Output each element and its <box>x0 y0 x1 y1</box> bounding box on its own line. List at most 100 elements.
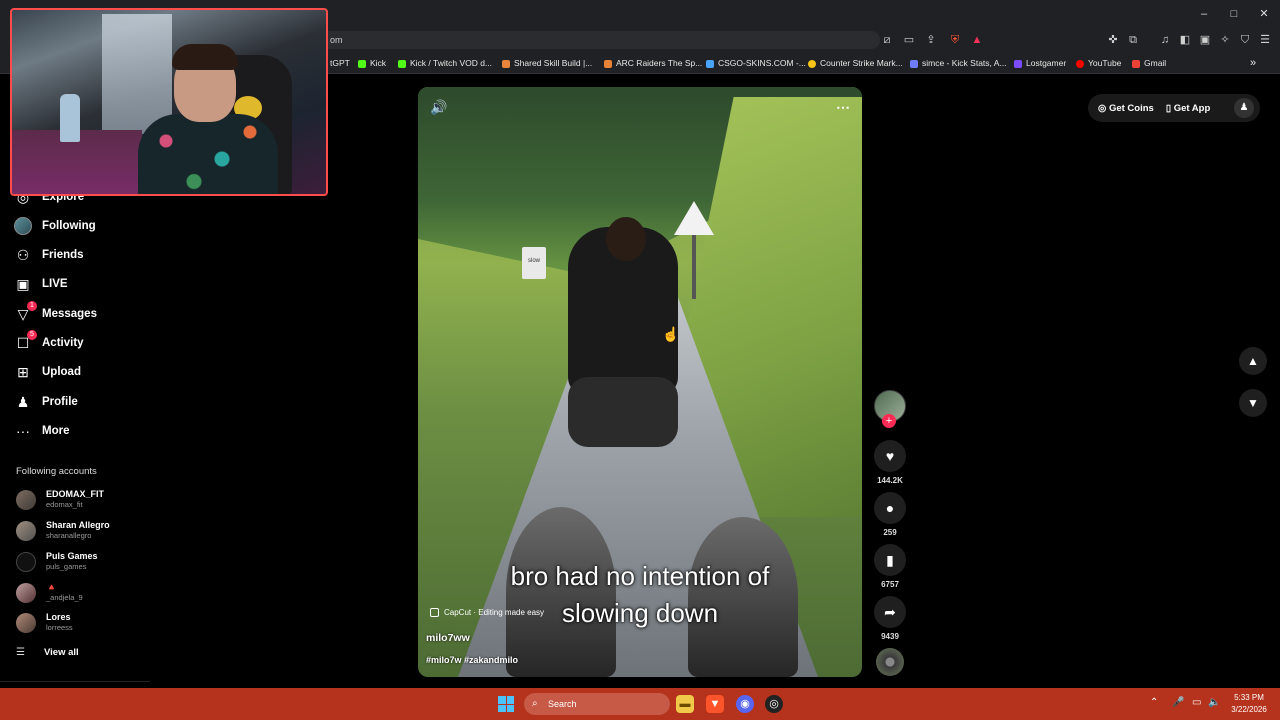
youtube-icon <box>1076 59 1084 68</box>
taskbar-clock[interactable]: 5:33 PM 3/22/2026 <box>1226 692 1272 716</box>
comment-button[interactable]: ● <box>874 492 906 524</box>
minimize-button[interactable]: – <box>1194 6 1214 22</box>
volume-icon[interactable]: 🔊 <box>430 99 447 116</box>
music-disc-icon[interactable] <box>876 648 904 676</box>
bookmark-kick[interactable]: Kick <box>358 56 386 70</box>
save-button[interactable]: ▮ <box>874 544 906 576</box>
capcut-label: CapCut · Editing made easy <box>444 608 545 617</box>
close-window-button[interactable]: ✕ <box>1254 6 1274 22</box>
wallet-icon[interactable]: ▣ <box>1198 33 1212 47</box>
cast-icon[interactable]: ▭ <box>902 33 916 47</box>
media-icon[interactable]: ♫ <box>1158 33 1172 47</box>
video-actions: + ♥ 144.2K ● 259 ▮ 6757 ➦ 9439 <box>872 390 908 690</box>
discord-icon[interactable]: ◉ <box>736 695 754 713</box>
get-coins-button[interactable]: ◎ Get Coins <box>1098 103 1154 114</box>
share-icon[interactable]: ⇪ <box>924 33 938 47</box>
url-text: om <box>330 35 343 45</box>
bookmark-label: CSGO-SKINS.COM -... <box>718 58 806 68</box>
lostgamer-icon <box>1014 59 1022 68</box>
bookmark-label: simce - Kick Stats, A... <box>922 58 1007 68</box>
messages-badge: 1 <box>27 301 37 311</box>
microphone-icon[interactable]: 🎤 <box>1172 697 1184 708</box>
file-explorer-icon[interactable]: ▬ <box>676 695 694 713</box>
nav-activity[interactable]: ☐ 5 Activity <box>14 330 144 354</box>
bookmarks-overflow-icon[interactable]: » <box>1250 56 1256 70</box>
tray-overflow-icon[interactable]: ⌃ <box>1150 697 1158 708</box>
extensions-icon[interactable]: ✜ <box>1106 33 1120 47</box>
taskbar-search[interactable]: ⌕ Search <box>524 693 670 715</box>
display-icon[interactable]: ▭ <box>1192 697 1201 708</box>
leo-icon[interactable]: ✧ <box>1218 33 1232 47</box>
video-hashtags[interactable]: #milo7w #zakandmilo <box>426 655 518 665</box>
webcam-window-light <box>102 14 172 134</box>
mouse-cursor-icon: ☝ <box>662 326 680 342</box>
url-field[interactable]: om <box>320 31 880 49</box>
nav-more[interactable]: ··· More <box>14 420 144 442</box>
nav-label: Profile <box>42 396 78 408</box>
bookmark-simce-kick-stats[interactable]: simce - Kick Stats, A... <box>910 56 1007 70</box>
bookmark-shared-skill-build[interactable]: Shared Skill Build |... <box>502 56 592 70</box>
obs-icon[interactable]: ◎ <box>765 695 783 713</box>
share-button[interactable]: ➦ <box>874 596 906 628</box>
profile-avatar-icon[interactable]: ♟ <box>1234 98 1254 118</box>
bookmark-chatgpt[interactable]: tGPT <box>330 56 350 70</box>
video-sled <box>568 377 678 447</box>
maximize-button[interactable]: □ <box>1224 6 1244 22</box>
capcut-icon <box>430 608 439 617</box>
avatar <box>16 613 36 633</box>
follow-plus-icon[interactable]: + <box>882 414 896 428</box>
sidebar-icon[interactable]: ◧ <box>1178 33 1192 47</box>
bookmark-icon: ▮ <box>886 552 894 568</box>
bookmark-youtube[interactable]: YouTube <box>1076 56 1121 70</box>
volume-tray-icon[interactable]: 🔈 <box>1208 697 1220 708</box>
windows-start-button[interactable] <box>498 696 514 712</box>
vpn-icon[interactable]: ⛉ <box>1238 33 1252 47</box>
bookmark-gmail[interactable]: Gmail <box>1132 56 1166 70</box>
video-slow-sign: slow <box>522 247 546 279</box>
video-warning-sign <box>674 201 714 235</box>
account-name: Sharan Allegro <box>46 520 110 530</box>
capcut-badge[interactable]: CapCut · Editing made easy <box>430 608 544 617</box>
get-app-button[interactable]: ▯ Get App <box>1166 103 1210 114</box>
bookmark-kick-twitch-vod[interactable]: Kick / Twitch VOD d... <box>398 56 492 70</box>
nav-friends[interactable]: ⚇ Friends <box>14 244 144 266</box>
previous-video-button[interactable]: ▲ <box>1239 347 1267 375</box>
share-count: 9439 <box>881 632 899 641</box>
tab-search-icon[interactable]: ⧉ <box>1126 33 1140 47</box>
nav-live[interactable]: ▣ LIVE <box>14 273 144 295</box>
account-puls-games[interactable]: Puls Games puls_games <box>16 549 146 575</box>
brave-rewards-icon[interactable]: ▲ <box>970 33 984 47</box>
list-icon: ☰ <box>16 647 25 658</box>
bookmark-arc-raiders[interactable]: ARC Raiders The Sp... <box>604 56 702 70</box>
account-name: 🔺 <box>46 582 58 592</box>
phone-icon: ▯ <box>1165 102 1174 114</box>
account-andjela-9[interactable]: 🔺 _andjela_9 <box>16 580 146 606</box>
bookmark-counter-strike-market[interactable]: Counter Strike Mark... <box>808 56 903 70</box>
kick-icon <box>358 59 366 68</box>
bookmark-label: ARC Raiders The Sp... <box>616 58 703 68</box>
nav-messages[interactable]: ▽ 1 Messages <box>14 301 144 325</box>
account-lores[interactable]: Lores lorreess <box>16 610 146 636</box>
video-player[interactable]: slow 🔊 ⋯ bro had no intention of slowing… <box>418 87 862 677</box>
nav-following[interactable]: Following <box>14 215 144 237</box>
menu-icon[interactable]: ☰ <box>1258 33 1272 47</box>
bookmark-label: YouTube <box>1088 58 1122 68</box>
brave-shield-icon[interactable]: ⛨ <box>948 33 962 47</box>
globe-icon <box>706 59 714 68</box>
video-username[interactable]: milo7ww <box>426 632 470 644</box>
avatar <box>16 490 36 510</box>
nav-label: Following <box>42 220 96 232</box>
next-video-button[interactable]: ▼ <box>1239 389 1267 417</box>
account-edomax-fit[interactable]: EDOMAX_FIT edomax_fit <box>16 487 146 513</box>
bookmark-lostgamer[interactable]: Lostgamer <box>1014 56 1066 70</box>
video-options-icon[interactable]: ⋯ <box>836 99 850 116</box>
view-all-button[interactable]: ☰ View all <box>16 647 79 658</box>
account-sharan-allegro[interactable]: Sharan Allegro sharanallegro <box>16 518 146 544</box>
nav-profile[interactable]: ♟ Profile <box>14 391 144 413</box>
bookmark-csgo-skins[interactable]: CSGO-SKINS.COM -... <box>706 56 806 70</box>
nav-upload[interactable]: ⊞ Upload <box>14 361 144 383</box>
like-button[interactable]: ♥ <box>874 440 906 472</box>
brave-browser-icon[interactable]: ▼ <box>706 695 724 713</box>
no-track-icon[interactable]: ⧄ <box>880 33 894 47</box>
heart-icon: ♥ <box>885 448 895 464</box>
